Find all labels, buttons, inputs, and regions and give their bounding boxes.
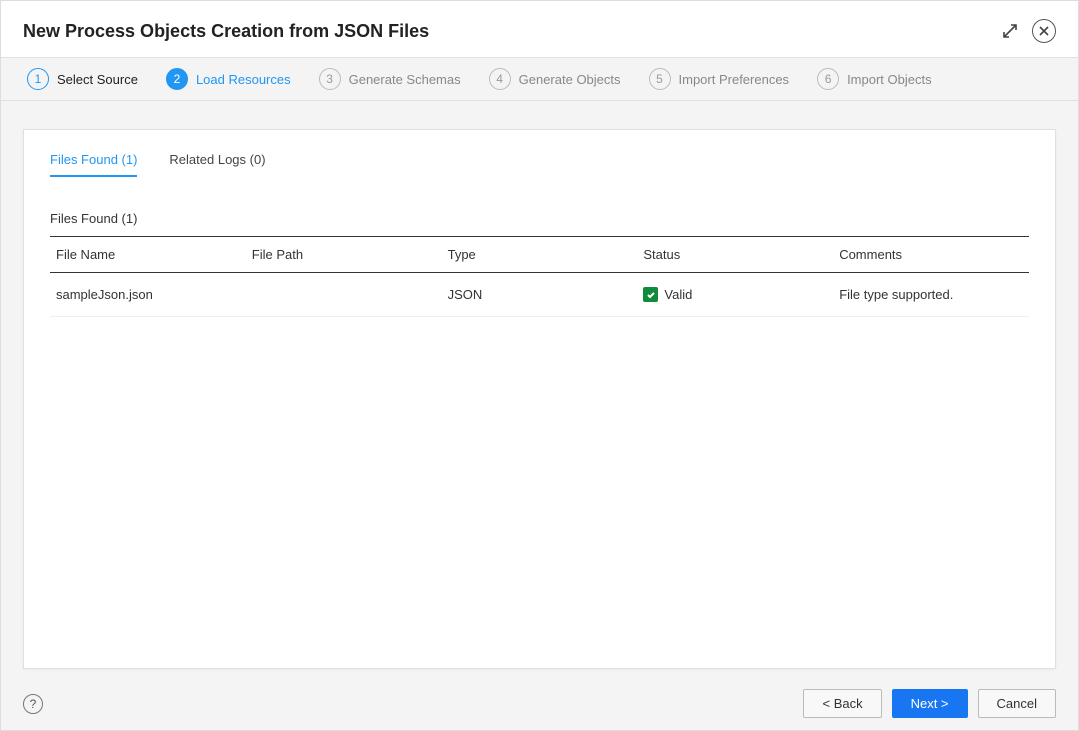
footer-buttons: < Back Next > Cancel	[803, 689, 1056, 718]
back-button[interactable]: < Back	[803, 689, 881, 718]
expand-icon[interactable]	[998, 19, 1022, 43]
check-icon	[643, 287, 658, 302]
col-comments: Comments	[833, 237, 1029, 273]
tab-related-logs[interactable]: Related Logs (0)	[169, 152, 265, 177]
close-icon[interactable]	[1032, 19, 1056, 43]
col-status: Status	[637, 237, 833, 273]
cell-comments: File type supported.	[833, 273, 1029, 317]
col-type: Type	[442, 237, 638, 273]
cell-type: JSON	[442, 273, 638, 317]
step-label: Select Source	[57, 72, 138, 87]
cancel-button[interactable]: Cancel	[978, 689, 1056, 718]
step-select-source[interactable]: 1 Select Source	[27, 68, 138, 90]
header-actions	[998, 19, 1056, 43]
cell-status: Valid	[637, 273, 833, 317]
step-label: Import Objects	[847, 72, 932, 87]
cell-file-name: sampleJson.json	[50, 273, 246, 317]
wizard-dialog: New Process Objects Creation from JSON F…	[0, 0, 1079, 731]
dialog-title: New Process Objects Creation from JSON F…	[23, 21, 429, 42]
step-label: Generate Schemas	[349, 72, 461, 87]
main-panel: Files Found (1) Related Logs (0) Files F…	[23, 129, 1056, 669]
step-number: 5	[649, 68, 671, 90]
step-number: 1	[27, 68, 49, 90]
cell-file-path	[246, 273, 442, 317]
step-load-resources[interactable]: 2 Load Resources	[166, 68, 291, 90]
table-row[interactable]: sampleJson.json JSON Valid	[50, 273, 1029, 317]
col-file-name: File Name	[50, 237, 246, 273]
step-generate-schemas[interactable]: 3 Generate Schemas	[319, 68, 461, 90]
help-icon[interactable]: ?	[23, 694, 43, 714]
step-number: 6	[817, 68, 839, 90]
step-label: Import Preferences	[679, 72, 790, 87]
tab-files-found[interactable]: Files Found (1)	[50, 152, 137, 177]
section-title: Files Found (1)	[50, 211, 1029, 226]
dialog-header: New Process Objects Creation from JSON F…	[1, 1, 1078, 57]
status-text: Valid	[664, 287, 692, 302]
step-number: 2	[166, 68, 188, 90]
step-label: Generate Objects	[519, 72, 621, 87]
step-number: 4	[489, 68, 511, 90]
col-file-path: File Path	[246, 237, 442, 273]
step-import-preferences[interactable]: 5 Import Preferences	[649, 68, 790, 90]
step-import-objects[interactable]: 6 Import Objects	[817, 68, 932, 90]
step-label: Load Resources	[196, 72, 291, 87]
dialog-footer: ? < Back Next > Cancel	[1, 677, 1078, 730]
table-header-row: File Name File Path Type Status Comments	[50, 237, 1029, 273]
step-number: 3	[319, 68, 341, 90]
wizard-steps: 1 Select Source 2 Load Resources 3 Gener…	[1, 57, 1078, 101]
content-area: Files Found (1) Related Logs (0) Files F…	[1, 101, 1078, 677]
next-button[interactable]: Next >	[892, 689, 968, 718]
tab-bar: Files Found (1) Related Logs (0)	[50, 152, 1029, 177]
step-generate-objects[interactable]: 4 Generate Objects	[489, 68, 621, 90]
files-table: File Name File Path Type Status Comments…	[50, 236, 1029, 317]
